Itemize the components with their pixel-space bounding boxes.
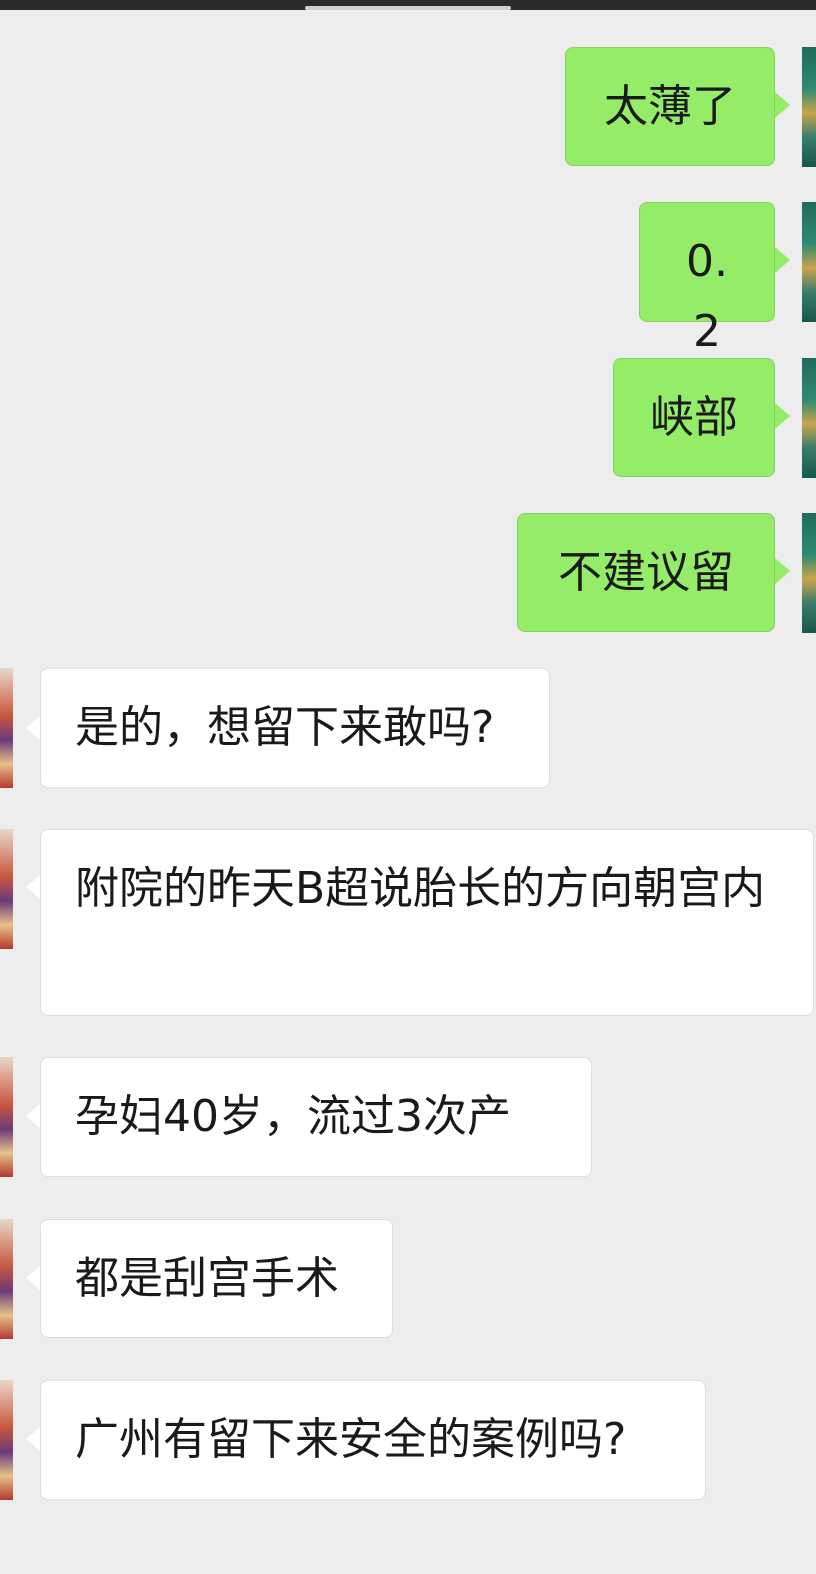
bubble-tail: [26, 1103, 41, 1129]
my-avatar[interactable]: [802, 47, 816, 167]
contact-avatar[interactable]: [0, 668, 13, 788]
contact-avatar[interactable]: [0, 829, 13, 949]
message-bubble-out[interactable]: 太薄了: [565, 47, 775, 166]
message-bubble-out[interactable]: 峡部: [613, 358, 775, 477]
bubble-tail: [775, 247, 790, 273]
contact-avatar[interactable]: [0, 1057, 13, 1177]
my-avatar[interactable]: [802, 513, 816, 633]
message-bubble-in[interactable]: 都是刮宫手术: [40, 1219, 393, 1338]
message-bubble-out[interactable]: 0.2: [639, 202, 775, 357]
my-avatar[interactable]: [802, 202, 816, 322]
bubble-tail: [26, 1265, 41, 1291]
contact-avatar[interactable]: [0, 1219, 13, 1339]
contact-avatar[interactable]: [0, 1380, 13, 1500]
message-bubble-in[interactable]: 广州有留下来安全的案例吗?: [40, 1380, 706, 1500]
my-avatar[interactable]: [802, 358, 816, 478]
bubble-tail: [775, 92, 790, 118]
bubble-tail: [775, 403, 790, 429]
message-bubble-out[interactable]: 不建议留: [517, 513, 775, 632]
bubble-tail: [775, 558, 790, 584]
message-bubble-in[interactable]: 孕妇40岁，流过3次产: [40, 1057, 592, 1177]
bubble-tail: [26, 715, 41, 741]
status-bar: [0, 0, 816, 10]
message-bubble-in[interactable]: 是的，想留下来敢吗?: [40, 668, 550, 788]
bubble-tail: [26, 874, 41, 900]
bubble-tail: [26, 1426, 41, 1452]
message-bubble-in[interactable]: 附院的昨天B超说胎长的方向朝宫内: [40, 829, 814, 1016]
top-handle: [305, 6, 511, 10]
